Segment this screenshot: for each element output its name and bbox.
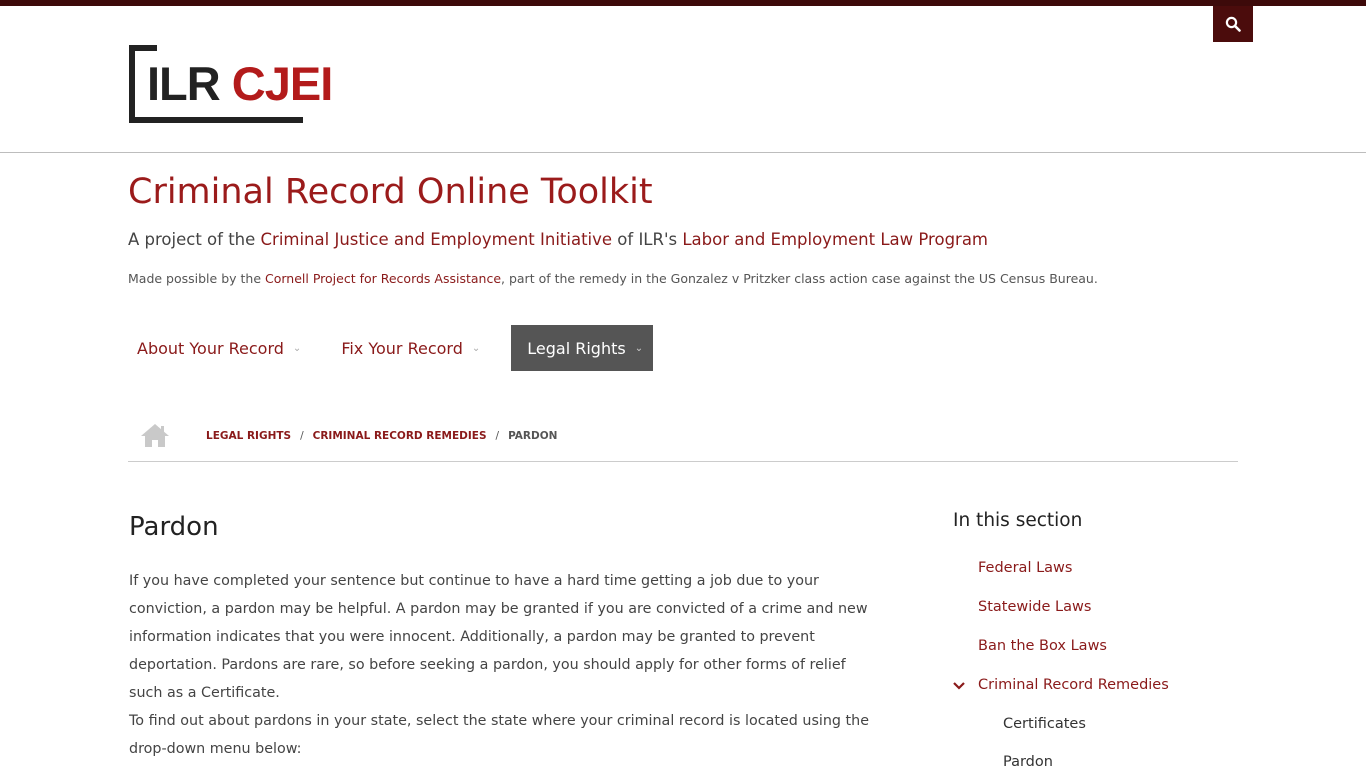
main-nav: About Your Record ⌄ Fix Your Record ⌄ Le… bbox=[128, 325, 675, 371]
search-button[interactable] bbox=[1213, 6, 1253, 42]
breadcrumb-separator: / bbox=[495, 430, 500, 442]
top-accent-bar bbox=[0, 0, 1366, 6]
chevron-down-icon: ⌄ bbox=[471, 342, 481, 354]
nav-label: Legal Rights bbox=[527, 338, 626, 358]
nav-about-your-record[interactable]: About Your Record ⌄ bbox=[128, 325, 310, 371]
breadcrumb: Legal Rights / Criminal Record Remedies / Pa… bbox=[128, 422, 1238, 462]
search-icon bbox=[1225, 16, 1241, 32]
breadcrumb-separator: / bbox=[300, 430, 304, 442]
breadcrumb-legal-rights[interactable]: Legal Rights bbox=[206, 430, 291, 442]
tagline-prefix: A project of the bbox=[128, 230, 261, 249]
breadcrumb-current: Pardon bbox=[508, 430, 558, 442]
lelp-link[interactable]: Labor and Employment Law Program bbox=[682, 230, 988, 249]
nav-fix-your-record[interactable]: Fix Your Record ⌄ bbox=[332, 325, 489, 371]
sidebar-title: In this section bbox=[953, 510, 1083, 531]
site-logo[interactable]: ILR CJEI bbox=[129, 45, 359, 125]
cjei-link[interactable]: Criminal Justice and Employment Initiati… bbox=[261, 230, 613, 249]
site-tagline: A project of the Criminal Justice and Em… bbox=[128, 230, 988, 249]
made-possible-suffix: , part of the remedy in the Gonzalez v P… bbox=[501, 271, 1098, 286]
nav-legal-rights[interactable]: Legal Rights ⌄ bbox=[511, 325, 654, 371]
chevron-down-icon[interactable] bbox=[952, 679, 966, 693]
sidebar-item-certificates[interactable]: Certificates bbox=[1003, 716, 1086, 732]
sidebar-item-criminal-record-remedies[interactable]: Criminal Record Remedies bbox=[978, 677, 1169, 693]
made-possible-prefix: Made possible by the bbox=[128, 271, 265, 286]
sidebar-item-statewide-laws[interactable]: Statewide Laws bbox=[978, 599, 1091, 615]
logo-ilr: ILR bbox=[147, 57, 221, 110]
cpra-link[interactable]: Cornell Project for Records Assistance bbox=[265, 271, 501, 286]
made-possible-note: Made possible by the Cornell Project for… bbox=[128, 271, 1098, 286]
sidebar-item-ban-the-box-laws[interactable]: Ban the Box Laws bbox=[978, 638, 1107, 654]
breadcrumb-trail: Legal Rights / Criminal Record Remedies / Pa… bbox=[206, 430, 557, 442]
breadcrumb-criminal-record-remedies[interactable]: Criminal Record Remedies bbox=[313, 430, 487, 442]
chevron-down-icon: ⌄ bbox=[634, 342, 644, 354]
intro-paragraph: If you have completed your sentence but … bbox=[129, 573, 868, 701]
logo-text: ILR CJEI bbox=[147, 57, 333, 110]
instruction-paragraph: To find out about pardons in your state,… bbox=[129, 713, 870, 757]
logo-cjei: CJEI bbox=[231, 57, 333, 110]
tagline-middle: of ILR's bbox=[612, 230, 683, 249]
home-icon[interactable] bbox=[140, 422, 170, 448]
logo-bracket-gap bbox=[157, 45, 309, 51]
nav-label: About Your Record bbox=[137, 338, 284, 358]
chevron-down-icon: ⌄ bbox=[292, 342, 302, 354]
sidebar-item-federal-laws[interactable]: Federal Laws bbox=[978, 560, 1072, 576]
site-title[interactable]: Criminal Record Online Toolkit bbox=[128, 172, 653, 212]
page-title: Pardon bbox=[129, 512, 219, 542]
header-divider bbox=[0, 152, 1366, 153]
nav-label: Fix Your Record bbox=[341, 338, 463, 358]
